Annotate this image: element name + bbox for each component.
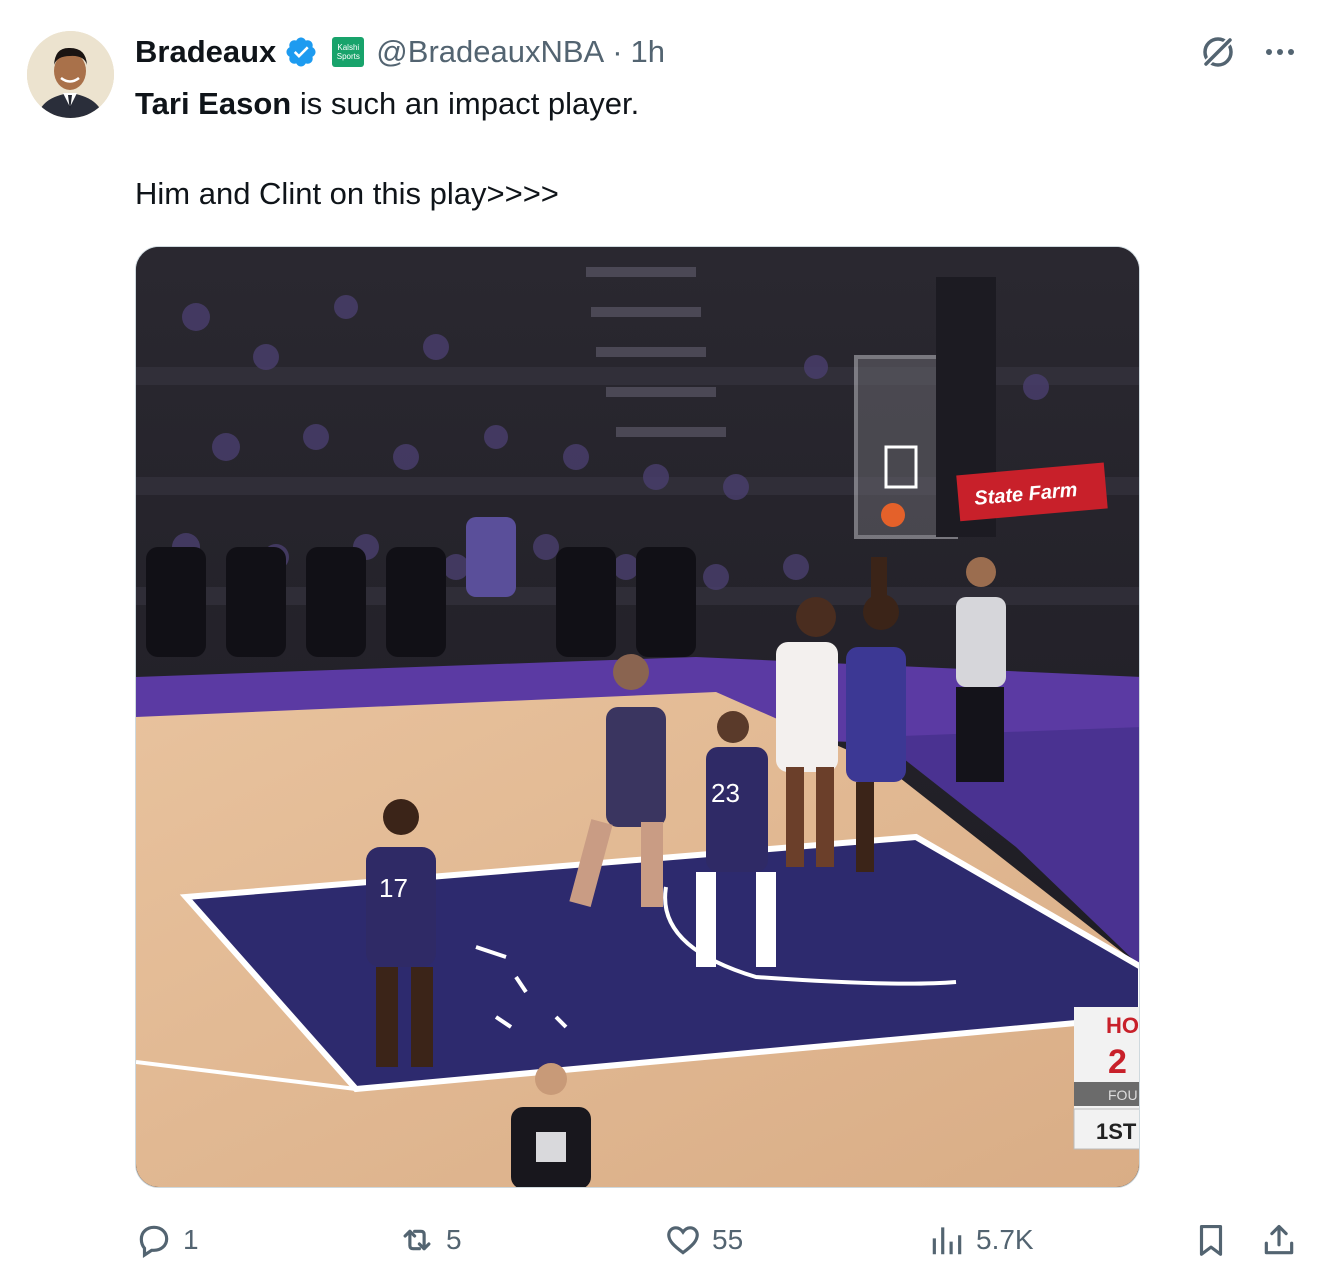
author-handle[interactable]: @BradeauxNBA	[376, 34, 604, 70]
avatar[interactable]	[27, 31, 114, 118]
timestamp[interactable]: 1h	[631, 34, 665, 70]
score-quarter: 1ST	[1096, 1119, 1137, 1144]
separator-dot: ·	[612, 34, 623, 69]
score-value: 2	[1108, 1043, 1127, 1081]
scoreboard-overlay: HO 2 FOU 1ST	[1073, 1007, 1139, 1150]
repost-button[interactable]: 5	[398, 1210, 462, 1270]
video-frame: State Farm 17 23 HO 2 FOU 1ST	[136, 247, 1139, 1187]
tweet-text-line-2: Him and Clint on this play>>>>	[135, 176, 559, 211]
jersey-number-17: 17	[379, 873, 408, 903]
jersey-number-23: 23	[711, 778, 740, 808]
affiliation-badge[interactable]: Kalshi Sports	[332, 37, 365, 67]
mention-name: Tari Eason	[135, 86, 292, 121]
bookmark-button[interactable]	[1192, 1210, 1230, 1270]
share-icon	[1264, 1224, 1294, 1255]
tweet-card[interactable]: Bradeaux Kalshi Sports @BradeauxNBA · 1h…	[0, 0, 1344, 1284]
tweet-media-video[interactable]: State Farm 17 23 HO 2 FOU 1ST	[135, 246, 1140, 1188]
more-icon[interactable]	[1258, 30, 1302, 74]
tweet-text-rest: is such an impact player.	[291, 86, 640, 121]
views-chart-icon	[932, 1227, 962, 1255]
like-button[interactable]: 55	[664, 1210, 743, 1270]
author-name[interactable]: Bradeaux	[135, 34, 276, 70]
score-sub: FOU	[1108, 1087, 1138, 1103]
share-button[interactable]	[1260, 1210, 1298, 1270]
action-bar: 1 5 55 5.7K	[0, 1210, 1344, 1270]
reply-count: 1	[183, 1224, 199, 1255]
like-count: 55	[712, 1224, 744, 1255]
reply-button[interactable]: 1	[135, 1210, 199, 1270]
verified-badge-icon	[286, 37, 316, 67]
tweet-text-line-1: Tari Eason is such an impact player.	[135, 86, 639, 122]
repost-icon	[403, 1229, 431, 1251]
bookmark-icon	[1199, 1224, 1223, 1256]
heart-icon	[667, 1226, 699, 1255]
views-count: 5.7K	[976, 1224, 1034, 1255]
reply-icon	[139, 1225, 169, 1259]
score-team: HO	[1106, 1013, 1139, 1038]
tweet-header: Bradeaux Kalshi Sports @BradeauxNBA · 1h	[135, 30, 665, 74]
repost-count: 5	[446, 1224, 462, 1255]
views-button[interactable]: 5.7K	[928, 1210, 1034, 1270]
grok-icon[interactable]	[1196, 30, 1240, 74]
